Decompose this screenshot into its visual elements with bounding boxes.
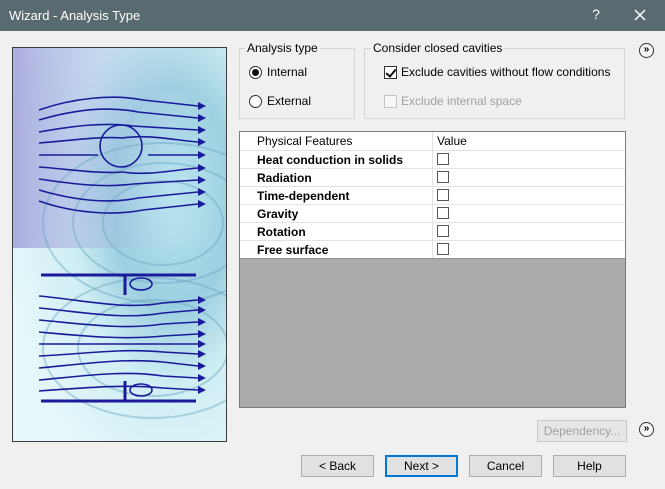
closed-cavities-label: Consider closed cavities	[371, 41, 505, 55]
feature-time-dependent-checkbox[interactable]	[437, 189, 449, 201]
expand-top-button[interactable]: »	[639, 43, 654, 58]
analysis-type-group	[239, 48, 355, 119]
radio-internal[interactable]: Internal	[249, 65, 307, 79]
table-row[interactable]: Heat conduction in solids	[240, 151, 625, 169]
exclude-no-flow-option[interactable]: Exclude cavities without flow conditions	[384, 65, 610, 79]
closed-cavities-group	[364, 48, 625, 119]
exclude-no-flow-label: Exclude cavities without flow conditions	[401, 65, 611, 79]
help-button[interactable]: Help	[553, 455, 626, 477]
exclude-internal-checkbox	[384, 94, 397, 108]
flow-lines-illustration	[13, 48, 226, 441]
feature-free-surface-checkbox[interactable]	[437, 243, 449, 255]
radio-external-label: External	[267, 94, 312, 108]
column-header-physical-features: Physical Features	[240, 132, 433, 150]
dependency-button[interactable]: Dependency...	[537, 420, 627, 442]
feature-heat-conduction-checkbox[interactable]	[437, 153, 449, 165]
column-header-value: Value	[437, 134, 467, 148]
exclude-no-flow-checkbox[interactable]	[384, 65, 397, 79]
table-row[interactable]: Rotation	[240, 223, 625, 241]
feature-rotation-label: Rotation	[240, 223, 433, 240]
feature-radiation-label: Radiation	[240, 169, 433, 186]
feature-radiation-checkbox[interactable]	[437, 171, 449, 183]
exclude-internal-label: Exclude internal space	[401, 94, 522, 108]
expand-bottom-button[interactable]: »	[639, 422, 654, 437]
feature-gravity-label: Gravity	[240, 205, 433, 222]
feature-gravity-checkbox[interactable]	[437, 207, 449, 219]
radio-external[interactable]: External	[249, 94, 311, 108]
feature-free-surface-label: Free surface	[240, 241, 433, 258]
help-title-button[interactable]: ?	[588, 6, 604, 22]
table-row[interactable]: Time-dependent	[240, 187, 625, 205]
next-button[interactable]: Next >	[385, 455, 458, 477]
title-bar: Wizard - Analysis Type ?	[0, 0, 665, 31]
features-table-body: Physical Features Value Heat conduction …	[240, 132, 625, 259]
table-row[interactable]: Radiation	[240, 169, 625, 187]
table-row[interactable]: Free surface	[240, 241, 625, 259]
feature-heat-conduction-label: Heat conduction in solids	[240, 151, 433, 168]
feature-rotation-checkbox[interactable]	[437, 225, 449, 237]
cancel-button[interactable]: Cancel	[469, 455, 542, 477]
radio-internal-label: Internal	[267, 65, 308, 79]
physical-features-table: Physical Features Value Heat conduction …	[239, 131, 626, 408]
exclude-internal-option: Exclude internal space	[384, 94, 522, 108]
table-row[interactable]: Gravity	[240, 205, 625, 223]
feature-time-dependent-label: Time-dependent	[240, 187, 433, 204]
back-button[interactable]: < Back	[301, 455, 374, 477]
close-button[interactable]	[628, 4, 652, 26]
radio-internal-button[interactable]	[249, 65, 262, 79]
window-title: Wizard - Analysis Type	[9, 8, 141, 23]
analysis-type-label: Analysis type	[245, 41, 320, 55]
table-header: Physical Features Value	[240, 132, 625, 151]
radio-external-button[interactable]	[249, 94, 262, 108]
close-icon	[634, 9, 646, 21]
flow-illustration	[12, 47, 227, 442]
